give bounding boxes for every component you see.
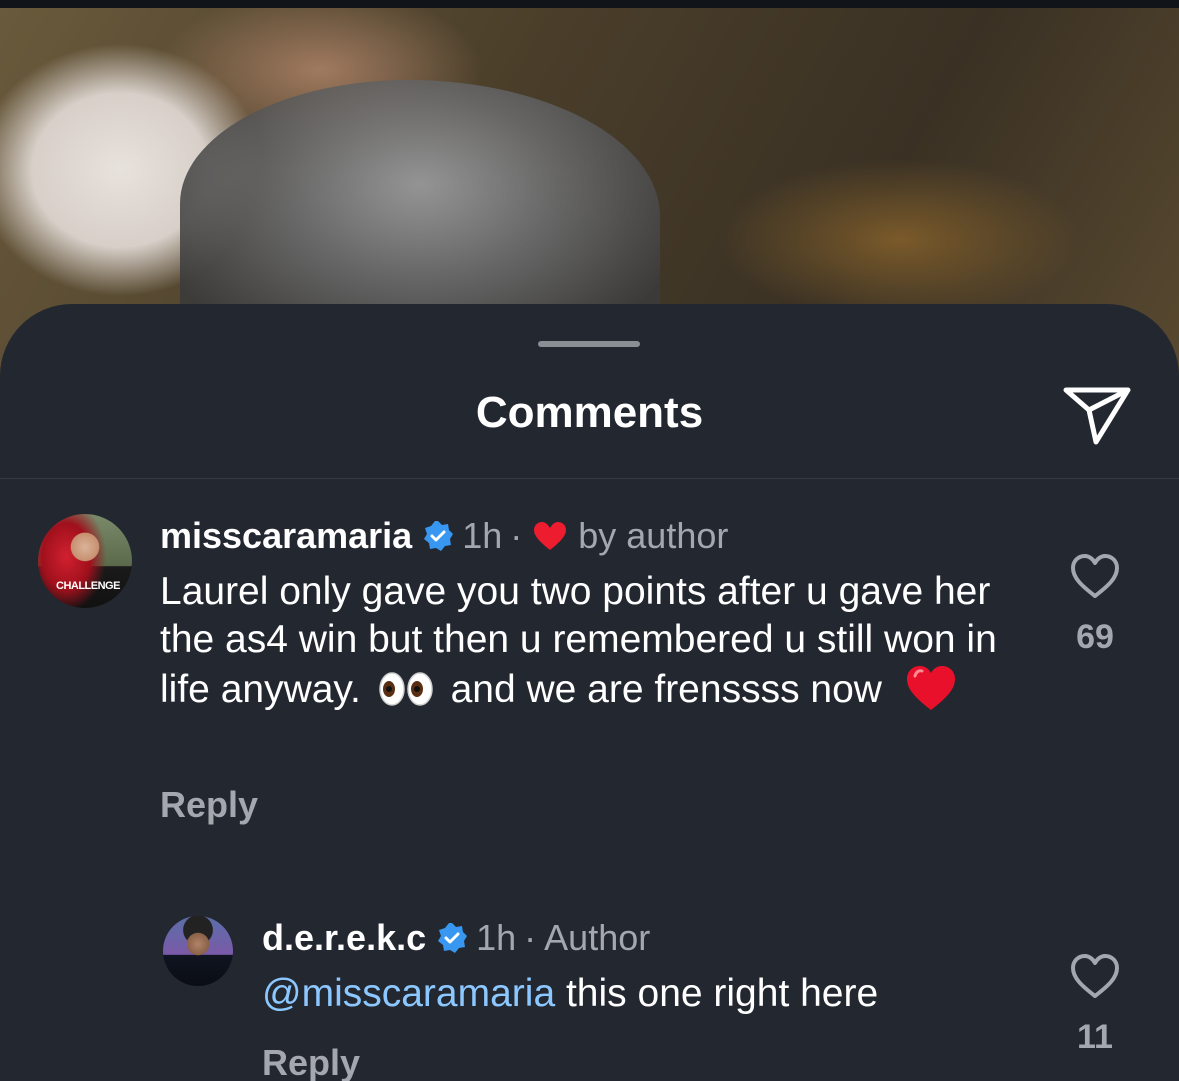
like-count: 69 — [1076, 618, 1114, 656]
username[interactable]: misscaramaria — [160, 515, 412, 557]
eyes-emoji-icon — [378, 672, 433, 706]
share-button[interactable] — [1058, 378, 1134, 448]
header-divider — [0, 478, 1179, 479]
username[interactable]: d.e.r.e.k.c — [262, 917, 426, 959]
comment-body: @misscaramaria this one right here — [262, 970, 1022, 1018]
comment-time: 1h — [476, 917, 517, 958]
avatar-shirt-text: CHALLENGE — [56, 580, 120, 592]
liked-by-author-heart-icon — [534, 522, 567, 550]
sheet-grabber[interactable] — [538, 341, 640, 347]
paper-plane-icon — [1063, 387, 1131, 445]
comments-sheet: Comments CHALLENGE misscaramaria 1h · by… — [0, 304, 1179, 1081]
video-frame-subject — [180, 80, 660, 340]
heart-outline-icon[interactable] — [1069, 952, 1121, 1000]
meta-separator: · — [510, 515, 523, 556]
verified-badge-icon — [424, 521, 454, 551]
red-heart-emoji-icon — [906, 666, 955, 710]
video-top-bar — [0, 0, 1179, 8]
like-count: 11 — [1077, 1018, 1113, 1056]
author-label: Author — [544, 917, 651, 958]
like-control: 69 — [1050, 552, 1140, 657]
heart-outline-icon[interactable] — [1069, 552, 1121, 600]
like-control: 11 — [1050, 952, 1140, 1057]
liked-by-author-label: by author — [578, 515, 729, 556]
avatar[interactable]: CHALLENGE — [38, 514, 132, 608]
comment-header: misscaramaria 1h · by author — [160, 512, 728, 560]
comment-header: d.e.r.e.k.c 1h · Author — [262, 914, 650, 962]
meta-separator: · — [524, 917, 537, 958]
verified-badge-icon — [438, 923, 468, 953]
mention-link[interactable]: @misscaramaria — [262, 972, 555, 1015]
comment-text-part: this one right here — [555, 972, 879, 1015]
comment-body: Laurel only gave you two points after u … — [160, 568, 1040, 714]
sheet-title: Comments — [475, 388, 704, 437]
screen: Comments CHALLENGE misscaramaria 1h · by… — [0, 0, 1179, 1081]
reply-button[interactable]: Reply — [160, 784, 258, 826]
comment-time: 1h — [462, 515, 503, 556]
comment-text-part: and we are frenssss now — [450, 668, 882, 711]
reply-button[interactable]: Reply — [262, 1042, 360, 1081]
avatar[interactable] — [163, 916, 233, 986]
